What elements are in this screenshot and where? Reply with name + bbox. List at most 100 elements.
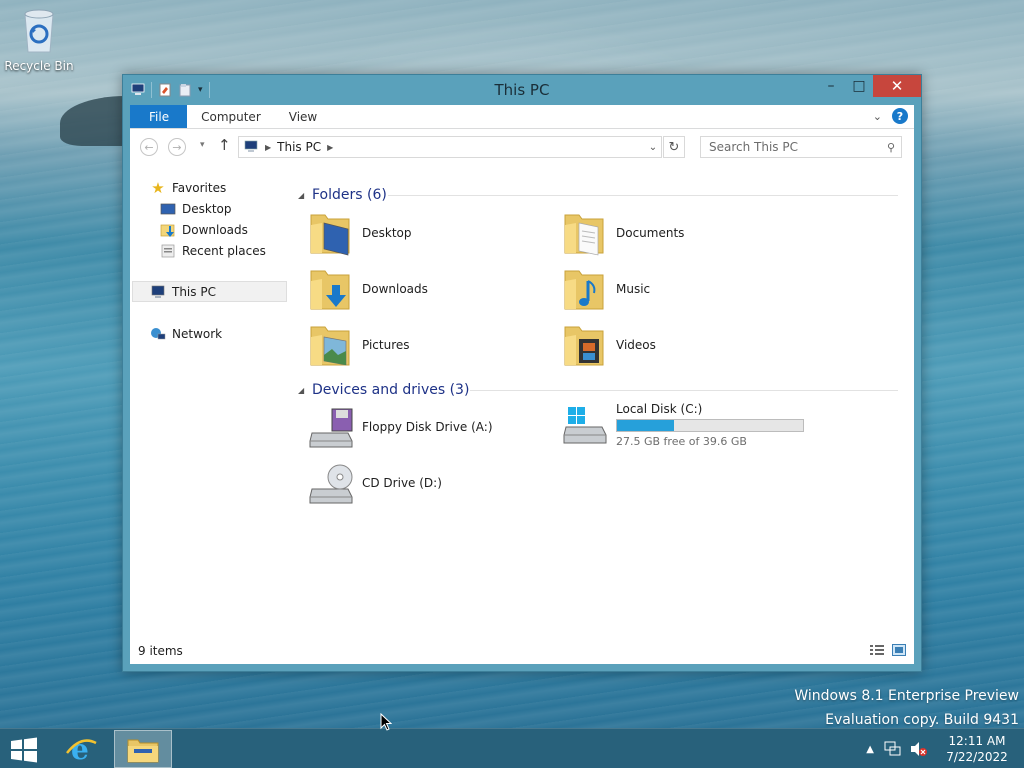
address-row: ← → ▾ ↑ ▶ This PC ▶ ⌄ ↻ Search This PC ⚲ — [130, 129, 914, 165]
disk-free-text: 27.5 GB free of 39.6 GB — [616, 435, 747, 448]
folder-music-icon — [564, 270, 604, 310]
breadcrumb-separator-icon[interactable]: ▶ — [327, 143, 333, 152]
nav-downloads-label: Downloads — [182, 222, 248, 237]
disk-usage-fill — [617, 420, 674, 431]
help-icon[interactable]: ? — [892, 108, 908, 124]
file-explorer-icon — [127, 739, 159, 763]
folder-pictures[interactable]: Pictures — [308, 319, 410, 371]
folder-videos-label: Videos — [616, 338, 656, 352]
taskbar-file-explorer[interactable] — [114, 730, 172, 768]
folders-header-label: Folders (6) — [312, 187, 387, 203]
close-button[interactable]: ✕ — [873, 75, 921, 97]
folder-documents[interactable]: Documents — [562, 207, 684, 259]
nav-recent-places[interactable]: Recent places — [160, 240, 266, 261]
nav-favorites-label: Favorites — [172, 180, 227, 195]
refresh-button[interactable]: ↻ — [663, 136, 685, 158]
device-cd-label: CD Drive (D:) — [362, 476, 442, 490]
ribbon-right: ⌄ ? — [873, 108, 908, 124]
nav-desktop[interactable]: Desktop — [160, 198, 232, 219]
desktop-icon — [160, 203, 176, 214]
watermark-line-1: Windows 8.1 Enterprise Preview — [794, 688, 1019, 704]
title-bar[interactable]: ▾ This PC – □ ✕ — [123, 75, 921, 105]
folder-pictures-label: Pictures — [362, 338, 410, 352]
tab-view[interactable]: View — [275, 105, 331, 128]
floppy-drive-icon — [309, 408, 353, 448]
folder-documents-label: Documents — [616, 226, 685, 240]
nav-downloads[interactable]: Downloads — [160, 219, 248, 240]
tab-file[interactable]: File — [130, 105, 188, 128]
taskbar-internet-explorer[interactable]: e — [52, 730, 110, 768]
this-pc-icon — [151, 285, 165, 298]
search-box[interactable]: ⚲ — [700, 136, 902, 158]
group-divider — [388, 195, 898, 196]
address-bar[interactable]: ▶ This PC ▶ ⌄ — [238, 136, 662, 158]
folders-group-header[interactable]: ◢ Folders (6) — [298, 185, 898, 205]
nav-favorites[interactable]: ★ Favorites — [150, 177, 226, 198]
view-switcher — [870, 644, 906, 656]
folder-music-label: Music — [616, 282, 651, 296]
system-tray: ▲ 12:11 AM 7/22/2022 — [866, 729, 1024, 768]
downloads-icon — [160, 224, 175, 237]
nav-recent-places-label: Recent places — [182, 243, 266, 258]
mouse-cursor-icon — [380, 713, 392, 731]
clock-time: 12:11 AM — [948, 734, 1006, 748]
network-status-icon[interactable] — [884, 741, 902, 757]
star-icon: ★ — [151, 178, 165, 197]
breadcrumb-separator-icon[interactable]: ▶ — [265, 143, 271, 152]
folder-videos[interactable]: Videos — [562, 319, 656, 371]
expand-ribbon-icon[interactable]: ⌄ — [873, 110, 882, 123]
local-disk-info: Local Disk (C:) 27.5 GB free of 39.6 GB — [616, 402, 804, 448]
back-button[interactable]: ← — [140, 138, 158, 156]
clock[interactable]: 12:11 AM 7/22/2022 — [942, 733, 1012, 765]
content-pane: ◢ Folders (6) Desktop Documents Download… — [288, 165, 914, 638]
windows-watermark: Windows 8.1 Enterprise Preview Evaluatio… — [794, 684, 1019, 732]
show-hidden-icons-icon[interactable]: ▲ — [866, 744, 874, 755]
breadcrumb-this-pc[interactable]: This PC — [277, 140, 321, 154]
taskbar: e ▲ 12:11 AM 7/22/2022 — [0, 728, 1024, 768]
cd-drive-icon — [309, 464, 353, 504]
internet-explorer-icon: e — [66, 733, 97, 765]
device-local-disk[interactable]: Local Disk (C:) 27.5 GB free of 39.6 GB — [562, 395, 804, 455]
collapse-icon: ◢ — [298, 190, 305, 200]
recent-places-icon — [161, 244, 175, 257]
details-view-icon[interactable] — [870, 644, 884, 656]
folder-music[interactable]: Music — [562, 263, 650, 315]
folder-desktop-icon — [310, 214, 350, 256]
nav-network-label: Network — [172, 326, 223, 341]
folder-desktop[interactable]: Desktop — [308, 207, 412, 259]
forward-button[interactable]: → — [168, 138, 186, 156]
window-controls: – □ ✕ — [817, 75, 921, 97]
folder-downloads[interactable]: Downloads — [308, 263, 428, 315]
up-button[interactable]: ↑ — [218, 136, 231, 154]
minimize-button[interactable]: – — [817, 75, 845, 97]
item-count: 9 items — [138, 644, 183, 658]
window-client: File Computer View ⌄ ? ← → ▾ ↑ ▶ This PC… — [130, 105, 914, 664]
volume-muted-icon[interactable] — [910, 741, 928, 757]
start-button[interactable] — [8, 737, 40, 763]
recycle-bin-icon — [24, 9, 54, 53]
tab-computer[interactable]: Computer — [187, 105, 275, 128]
folder-videos-icon — [564, 326, 604, 366]
search-input[interactable] — [709, 140, 881, 154]
breadcrumb: ▶ This PC ▶ — [239, 140, 645, 154]
clock-date: 7/22/2022 — [946, 750, 1008, 764]
explorer-window: ▾ This PC – □ ✕ File Computer View ⌄ ? ← — [122, 74, 922, 672]
address-dropdown-icon[interactable]: ⌄ — [645, 142, 661, 153]
folder-pictures-icon — [310, 326, 350, 366]
forward-arrow-icon: → — [172, 140, 182, 154]
local-disk-icon — [563, 407, 607, 444]
recycle-bin-shortcut[interactable]: Recycle Bin — [4, 4, 74, 73]
svg-text:e: e — [71, 733, 89, 765]
back-arrow-icon: ← — [144, 140, 154, 154]
nav-this-pc[interactable]: This PC — [132, 281, 287, 302]
maximize-button[interactable]: □ — [845, 75, 873, 97]
nav-network[interactable]: Network — [150, 323, 222, 344]
device-cd[interactable]: CD Drive (D:) — [308, 457, 442, 509]
search-icon[interactable]: ⚲ — [881, 141, 901, 154]
device-floppy[interactable]: Floppy Disk Drive (A:) — [308, 401, 493, 453]
folder-downloads-label: Downloads — [362, 282, 428, 296]
large-icons-view-icon[interactable] — [892, 644, 906, 656]
recent-locations-icon[interactable]: ▾ — [200, 140, 205, 150]
nav-desktop-label: Desktop — [182, 201, 232, 216]
collapse-icon: ◢ — [298, 385, 305, 395]
